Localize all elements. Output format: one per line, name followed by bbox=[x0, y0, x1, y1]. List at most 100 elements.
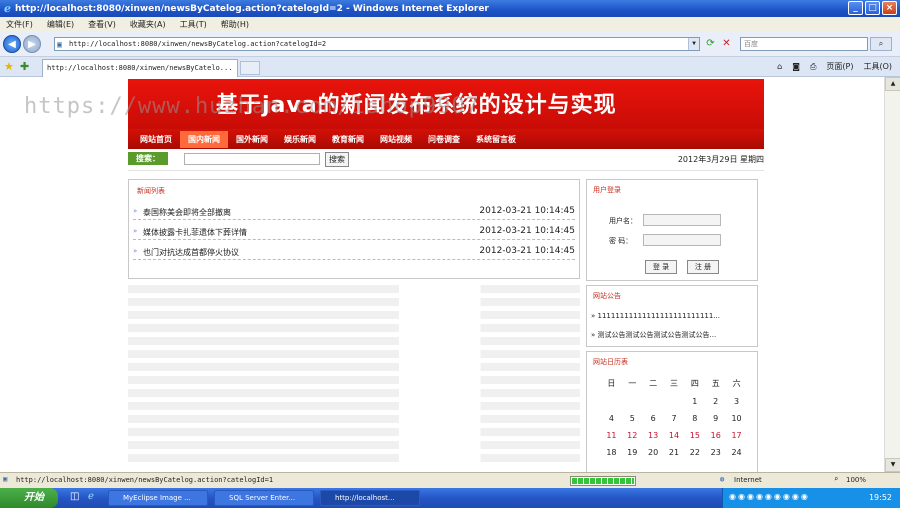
news-title[interactable]: 也门对抗达成首都停火协议 bbox=[143, 247, 239, 258]
status-page-icon: ▣ bbox=[3, 475, 8, 483]
news-item[interactable]: » 媒体披露卡扎菲遗体下葬详情 2012-03-21 10:14:45 bbox=[133, 224, 575, 240]
nav-video[interactable]: 网站视频 bbox=[372, 134, 420, 145]
password-input[interactable] bbox=[643, 234, 721, 246]
status-bar: ▣ http://localhost:8080/xinwen/newsByCat… bbox=[0, 472, 900, 488]
nav-education-news[interactable]: 教育新闻 bbox=[324, 134, 372, 145]
notice-item[interactable]: » 11111111111111111111111111... bbox=[591, 312, 753, 320]
news-title[interactable]: 泰国称美会即将全部撤离 bbox=[143, 207, 231, 218]
notice-item[interactable]: » 测试公告测试公告测试公告测试公告... bbox=[591, 330, 753, 340]
blurred-row bbox=[128, 285, 580, 293]
nav-domestic-news[interactable]: 国内新闻 bbox=[180, 130, 228, 148]
calendar-day[interactable]: 18 bbox=[601, 448, 622, 457]
stop-icon[interactable]: ✕ bbox=[720, 38, 733, 51]
calendar-day[interactable]: 2 bbox=[705, 397, 726, 406]
calendar-day[interactable]: 8 bbox=[684, 414, 705, 423]
task-sqlserver[interactable]: SQL Server Enter... bbox=[214, 490, 314, 506]
calendar-day[interactable]: 9 bbox=[705, 414, 726, 423]
calendar-day[interactable]: 19 bbox=[622, 448, 643, 457]
favorites-star-icon[interactable]: ★ bbox=[4, 60, 14, 73]
ie-logo-icon: ℯ bbox=[4, 2, 11, 15]
calendar-day[interactable]: 10 bbox=[726, 414, 747, 423]
calendar-day[interactable]: 7 bbox=[664, 414, 685, 423]
nav-home[interactable]: 网站首页 bbox=[132, 134, 180, 145]
calendar-day[interactable]: 14 bbox=[664, 431, 685, 440]
calendar-day[interactable]: 1 bbox=[684, 397, 705, 406]
calendar-day[interactable]: 21 bbox=[664, 448, 685, 457]
back-icon[interactable]: ◀ bbox=[3, 35, 21, 53]
login-button[interactable]: 登 录 bbox=[645, 260, 677, 274]
menu-edit[interactable]: 编辑(E) bbox=[47, 19, 74, 30]
calendar-weekday: 二 bbox=[649, 379, 658, 388]
site-search-button[interactable]: 搜索 bbox=[325, 152, 349, 167]
calendar-day[interactable]: 3 bbox=[726, 397, 747, 406]
task-myeclipse[interactable]: MyEclipse Image ... bbox=[108, 490, 208, 506]
login-title: 用户登录 bbox=[593, 186, 621, 194]
calendar-day[interactable]: 11 bbox=[601, 431, 622, 440]
refresh-icon[interactable]: ⟳ bbox=[704, 38, 717, 51]
start-button[interactable]: 开始 bbox=[0, 488, 58, 508]
calendar-day[interactable]: 17 bbox=[726, 431, 747, 440]
blurred-row bbox=[128, 428, 580, 436]
nav-survey[interactable]: 问卷调查 bbox=[420, 134, 468, 145]
home-icon[interactable]: ⌂ bbox=[777, 62, 782, 71]
calendar-day[interactable]: 16 bbox=[705, 431, 726, 440]
quicklaunch-desktop-icon[interactable]: ◫ bbox=[70, 491, 79, 502]
window-title: http://localhost:8080/xinwen/newsByCatel… bbox=[15, 3, 489, 14]
maximize-button[interactable]: □ bbox=[865, 1, 880, 15]
scroll-up-icon[interactable]: ▲ bbox=[885, 77, 900, 91]
calendar-day[interactable]: 20 bbox=[643, 448, 664, 457]
zoom-level[interactable]: 100% bbox=[846, 476, 866, 484]
register-button[interactable]: 注 册 bbox=[687, 260, 719, 274]
menu-file[interactable]: 文件(F) bbox=[6, 19, 33, 30]
news-list-title: 新闻列表 bbox=[137, 187, 165, 195]
news-item[interactable]: » 泰国称美会即将全部撤离 2012-03-21 10:14:45 bbox=[133, 204, 575, 220]
address-input[interactable]: ▣ http://localhost:8080/xinwen/newsByCat… bbox=[54, 37, 700, 51]
calendar-day[interactable]: 24 bbox=[726, 448, 747, 457]
menu-bar: 文件(F) 编辑(E) 查看(V) 收藏夹(A) 工具(T) 帮助(H) bbox=[0, 17, 900, 31]
tray-icons[interactable]: ◉◉◉◉◉◉◉◉◉ bbox=[729, 492, 810, 501]
task-ie[interactable]: http://localhost... bbox=[320, 490, 420, 506]
search-input[interactable]: 百度 bbox=[740, 37, 868, 51]
calendar-day[interactable]: 6 bbox=[643, 414, 664, 423]
calendar-day[interactable]: 12 bbox=[622, 431, 643, 440]
address-toolbar: ◀ ▶ ▣ http://localhost:8080/xinwen/newsB… bbox=[0, 31, 900, 57]
forward-icon[interactable]: ▶ bbox=[23, 35, 41, 53]
calendar-day[interactable]: 23 bbox=[705, 448, 726, 457]
calendar-day[interactable]: 4 bbox=[601, 414, 622, 423]
news-item[interactable]: » 也门对抗达成首都停火协议 2012-03-21 10:14:45 bbox=[133, 244, 575, 260]
notice-text[interactable]: 测试公告测试公告测试公告测试公告... bbox=[598, 331, 717, 339]
add-favorite-icon[interactable]: ✚ bbox=[20, 60, 29, 73]
calendar-day[interactable]: 5 bbox=[622, 414, 643, 423]
minimize-button[interactable]: _ bbox=[848, 1, 863, 15]
feeds-icon[interactable]: ◙ bbox=[792, 62, 800, 71]
username-label: 用户名： bbox=[609, 217, 637, 225]
browser-tab[interactable]: http://localhost:8080/xinwen/newsByCatel… bbox=[42, 59, 238, 77]
username-input[interactable] bbox=[643, 214, 721, 226]
calendar-day[interactable]: 22 bbox=[684, 448, 705, 457]
nav-guestbook[interactable]: 系统留言板 bbox=[468, 134, 524, 145]
close-button[interactable]: × bbox=[882, 1, 897, 15]
calendar-day[interactable]: 15 bbox=[684, 431, 705, 440]
notice-text[interactable]: 11111111111111111111111111... bbox=[598, 312, 720, 320]
quicklaunch-ie-icon[interactable]: ℯ bbox=[88, 491, 94, 502]
calendar-day[interactable]: 13 bbox=[643, 431, 664, 440]
nav-foreign-news[interactable]: 国外新闻 bbox=[228, 134, 276, 145]
tools-menu[interactable]: 工具(O) bbox=[863, 61, 892, 72]
news-list-panel: 新闻列表 » 泰国称美会即将全部撤离 2012-03-21 10:14:45 »… bbox=[128, 179, 580, 279]
print-icon[interactable]: ⎙ bbox=[810, 62, 816, 72]
vertical-scrollbar[interactable]: ▲ ▼ bbox=[884, 77, 900, 472]
calendar-blank bbox=[664, 397, 685, 406]
address-dropdown-icon[interactable]: ▼ bbox=[688, 38, 699, 50]
menu-tools[interactable]: 工具(T) bbox=[180, 19, 207, 30]
nav-entertainment-news[interactable]: 娱乐新闻 bbox=[276, 134, 324, 145]
new-tab-button[interactable] bbox=[240, 61, 260, 75]
menu-help[interactable]: 帮助(H) bbox=[221, 19, 249, 30]
scroll-down-icon[interactable]: ▼ bbox=[885, 458, 900, 472]
menu-view[interactable]: 查看(V) bbox=[88, 19, 116, 30]
blurred-row bbox=[128, 389, 580, 397]
search-icon[interactable]: ⌕ bbox=[870, 37, 892, 51]
menu-favorites[interactable]: 收藏夹(A) bbox=[130, 19, 166, 30]
site-search-input[interactable] bbox=[184, 153, 320, 165]
news-title[interactable]: 媒体披露卡扎菲遗体下葬详情 bbox=[143, 227, 247, 238]
page-menu[interactable]: 页面(P) bbox=[826, 61, 853, 72]
